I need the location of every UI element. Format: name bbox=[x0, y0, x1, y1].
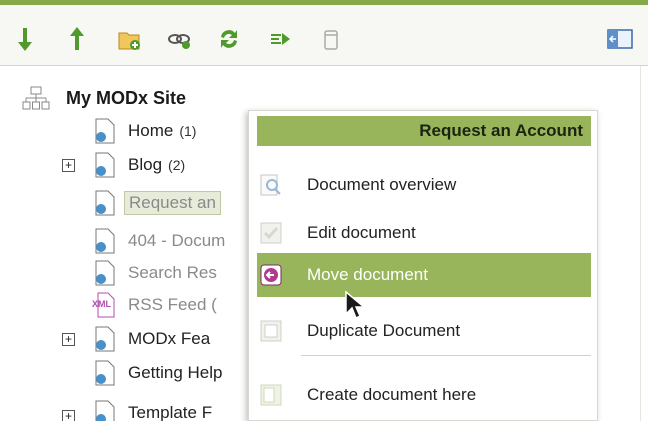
expand-toggle[interactable]: + bbox=[62, 410, 75, 421]
svg-text:XML: XML bbox=[92, 299, 112, 309]
magnifier-icon bbox=[259, 173, 283, 197]
document-icon bbox=[92, 227, 118, 255]
document-icon bbox=[92, 359, 118, 387]
tree-node-request-account[interactable]: Request an bbox=[92, 188, 221, 218]
menu-separator bbox=[301, 355, 591, 356]
menu-item-document-overview[interactable]: Document overview bbox=[257, 163, 591, 207]
tree-node-label: MODx Fea bbox=[128, 329, 211, 348]
panel-edge bbox=[640, 66, 648, 421]
document-icon bbox=[92, 189, 118, 217]
document-icon bbox=[92, 259, 118, 287]
menu-item-label: Duplicate Document bbox=[307, 321, 461, 340]
menu-item-move-document[interactable]: Move document bbox=[257, 253, 591, 297]
menu-item-label: Document overview bbox=[307, 175, 457, 194]
toggle-panel-icon[interactable] bbox=[606, 25, 634, 53]
tree-node-label: Getting Help bbox=[128, 363, 223, 382]
menu-item-label: Create document here bbox=[307, 385, 477, 404]
tree-node-label: Template F bbox=[128, 403, 213, 421]
purge-trash-icon[interactable] bbox=[318, 25, 344, 53]
tree-node-label: Home bbox=[128, 121, 174, 140]
new-weblink-icon[interactable] bbox=[166, 25, 192, 53]
tree-node-home[interactable]: Home (1) bbox=[92, 116, 196, 146]
context-menu-title: Request an Account bbox=[257, 116, 591, 146]
tree-node-label: Search Res bbox=[128, 263, 217, 282]
menu-item-label: Edit document bbox=[307, 223, 416, 242]
tree-node-label: RSS Feed ( bbox=[128, 295, 217, 314]
mouse-pointer-icon bbox=[344, 290, 368, 320]
tree-node-label: 404 - Docum bbox=[128, 231, 226, 250]
xml-file-icon: XML bbox=[92, 291, 118, 319]
context-menu: Request an Account Document overview Edi… bbox=[248, 110, 598, 421]
tree-node-count: (1) bbox=[179, 123, 197, 139]
sort-icon[interactable] bbox=[268, 25, 294, 53]
tree-node-404[interactable]: 404 - Docum bbox=[92, 226, 225, 256]
tree-node-rss-feed[interactable]: XML RSS Feed ( bbox=[92, 290, 217, 320]
sort-down-icon[interactable] bbox=[12, 25, 38, 53]
duplicate-icon bbox=[259, 319, 283, 343]
new-document-icon[interactable] bbox=[116, 25, 142, 53]
manager-window: My MODx Site Home (1) + Blog (2) Request… bbox=[0, 0, 648, 421]
menu-item-create-document[interactable]: Create document here bbox=[257, 373, 591, 417]
document-icon bbox=[92, 325, 118, 353]
move-icon bbox=[259, 263, 283, 287]
edit-icon bbox=[259, 221, 283, 245]
tree-node-template[interactable]: Template F bbox=[92, 398, 212, 421]
tree-node-count: (2) bbox=[168, 157, 186, 173]
site-root-icon bbox=[22, 84, 50, 112]
refresh-icon[interactable] bbox=[216, 25, 242, 53]
sort-up-icon[interactable] bbox=[64, 25, 90, 53]
tree-node-label: Request an bbox=[124, 191, 221, 215]
expand-toggle[interactable]: + bbox=[62, 159, 75, 172]
tree-root[interactable]: My MODx Site bbox=[22, 84, 186, 112]
menu-item-edit-document[interactable]: Edit document bbox=[257, 211, 591, 255]
create-icon bbox=[259, 383, 283, 407]
document-icon bbox=[92, 151, 118, 179]
tree-node-search-results[interactable]: Search Res bbox=[92, 258, 217, 288]
tree-node-label: Blog bbox=[128, 155, 163, 174]
menu-item-duplicate-document[interactable]: Duplicate Document bbox=[257, 309, 591, 353]
site-name: My MODx Site bbox=[66, 87, 187, 108]
expand-toggle[interactable]: + bbox=[62, 333, 75, 346]
tree-node-blog[interactable]: Blog (2) bbox=[92, 150, 185, 180]
tree-toolbar bbox=[0, 0, 648, 66]
tree-node-getting-help[interactable]: Getting Help bbox=[92, 358, 223, 388]
document-icon bbox=[92, 399, 118, 421]
document-icon bbox=[92, 117, 118, 145]
tree-node-modx-features[interactable]: MODx Fea bbox=[92, 324, 210, 354]
menu-item-label: Move document bbox=[307, 265, 428, 284]
